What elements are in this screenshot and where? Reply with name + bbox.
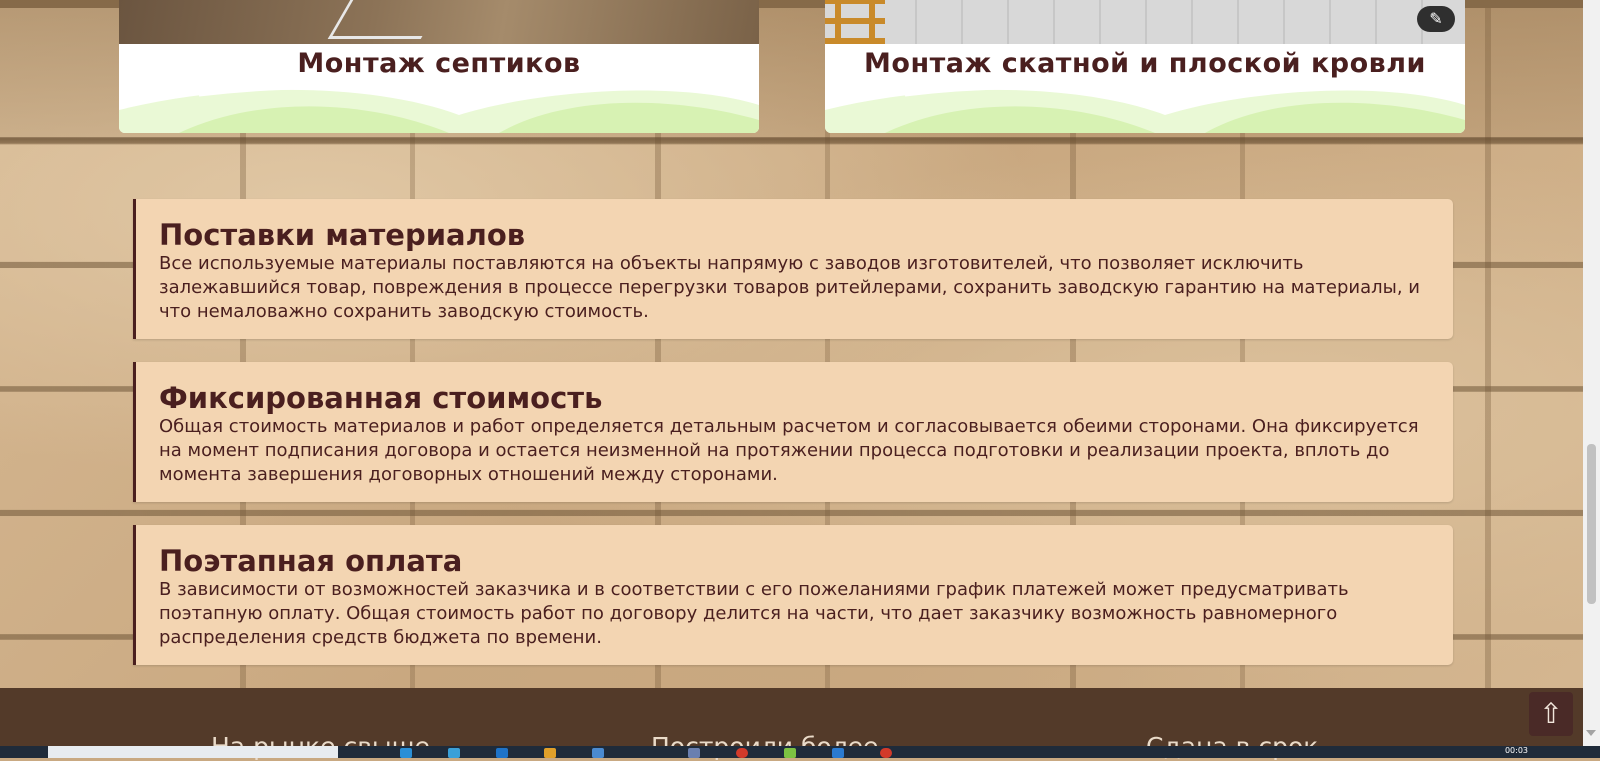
feature-title: Поэтапная оплата	[159, 544, 463, 578]
taskbar-window-preview[interactable]	[48, 746, 338, 758]
app-icon[interactable]	[784, 748, 796, 758]
feature-title: Поставки материалов	[159, 218, 526, 252]
service-title: Монтаж скатной и плоской кровли	[864, 48, 1426, 79]
feature-box-materials: Поставки материалов Все используемые мат…	[133, 199, 1453, 339]
feature-box-staged-payment: Поэтапная оплата В зависимости от возмож…	[133, 525, 1453, 665]
app-icon[interactable]	[688, 748, 700, 758]
magic-wand-icon[interactable]: ✎	[1417, 6, 1455, 32]
os-taskbar: 00:03	[0, 746, 1600, 758]
feature-text: В зависимости от возможностей заказчика …	[159, 579, 1349, 648]
browser-icon[interactable]	[880, 748, 892, 758]
app-icon[interactable]	[400, 748, 412, 758]
page-scrollbar[interactable]	[1583, 0, 1600, 746]
green-wave-decoration	[825, 86, 1465, 133]
service-photo	[119, 0, 759, 44]
green-wave-decoration	[119, 86, 759, 133]
service-title: Монтаж септиков	[297, 48, 581, 79]
scrollbar-thumb[interactable]	[1587, 444, 1596, 604]
scroll-down-arrow-icon[interactable]	[1586, 730, 1596, 736]
service-photo: ✎	[825, 0, 1465, 44]
service-card-septic[interactable]: Монтаж септиков	[119, 0, 759, 133]
service-card-roofing[interactable]: ✎ Монтаж скатной и плоской кровли	[825, 0, 1465, 133]
browser-icon[interactable]	[736, 748, 748, 758]
app-icon[interactable]	[592, 748, 604, 758]
feature-box-fixed-price: Фиксированная стоимость Общая стоимость …	[133, 362, 1453, 502]
app-icon[interactable]	[448, 748, 460, 758]
feature-text: Общая стоимость материалов и работ опред…	[159, 416, 1419, 485]
folder-icon[interactable]	[544, 748, 556, 758]
app-icon[interactable]	[496, 748, 508, 758]
clock: 00:03	[1504, 746, 1528, 755]
scroll-to-top-button[interactable]: ⇧	[1529, 692, 1573, 736]
app-icon[interactable]	[832, 748, 844, 758]
feature-title: Фиксированная стоимость	[159, 381, 603, 415]
feature-text: Все используемые материалы поставляются …	[159, 253, 1420, 322]
